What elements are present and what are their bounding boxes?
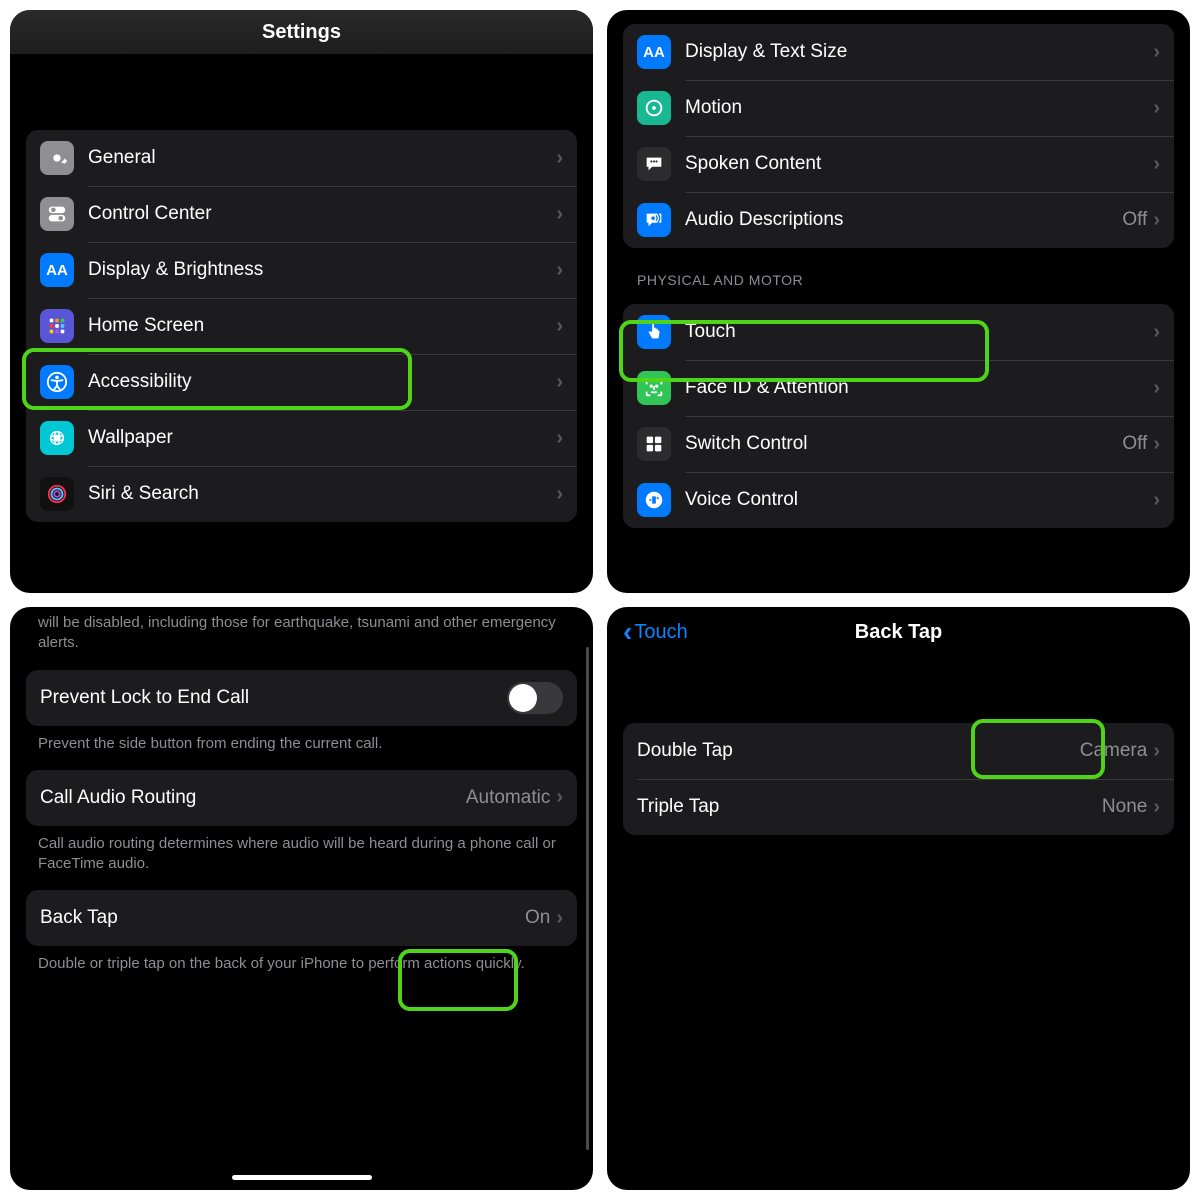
row-label: Double Tap [637,740,1080,762]
settings-row-siri[interactable]: Siri & Search › [26,466,577,522]
accessibility-row-spoken-content[interactable]: ••• Spoken Content › [623,136,1174,192]
accessibility-row-audio-descriptions[interactable]: Audio Descriptions Off › [623,192,1174,248]
accessibility-row-switch-control[interactable]: Switch Control Off › [623,416,1174,472]
chevron-right-icon: › [1153,321,1160,344]
speech-bubble-icon: ••• [637,147,671,181]
accessibility-row-touch[interactable]: Touch › [623,304,1174,360]
chevron-right-icon: › [556,427,563,450]
row-value: Off [1122,209,1147,231]
row-label: Audio Descriptions [685,209,1122,231]
faceid-icon [637,371,671,405]
wallpaper-icon [40,421,74,455]
settings-row-home-screen[interactable]: Home Screen › [26,298,577,354]
back-label: Touch [634,621,687,644]
row-value: Off [1122,433,1147,455]
settings-row-wallpaper[interactable]: Wallpaper › [26,410,577,466]
nav-header: ‹ Touch Back Tap [607,607,1190,657]
row-label: Spoken Content [685,153,1153,175]
row-label: Wallpaper [88,427,556,449]
touch-settings-panel: will be disabled, including those for ea… [10,607,593,1190]
home-screen-icon [40,309,74,343]
page-title: Back Tap [855,621,942,644]
text-size-icon: AA [40,253,74,287]
chevron-right-icon: › [1153,796,1160,819]
chevron-right-icon: › [556,259,563,282]
accessibility-row-faceid[interactable]: Face ID & Attention › [623,360,1174,416]
row-label: Display & Text Size [685,41,1153,63]
back-tap-panel: ‹ Touch Back Tap Double Tap Camera › Tri… [607,607,1190,1190]
row-label: Triple Tap [637,796,1102,818]
chevron-right-icon: › [556,786,563,809]
settings-row-control-center[interactable]: Control Center › [26,186,577,242]
row-label: Motion [685,97,1153,119]
scrollbar[interactable] [586,647,589,1150]
accessibility-row-display-text[interactable]: AA Display & Text Size › [623,24,1174,80]
motion-icon [637,91,671,125]
home-indicator[interactable] [232,1175,372,1180]
switch-control-icon [637,427,671,461]
toggle-switch[interactable] [507,682,563,714]
prevent-lock-footer: Prevent the side button from ending the … [38,734,565,754]
row-label: Switch Control [685,433,1122,455]
row-label: Back Tap [40,907,525,929]
chevron-right-icon: › [1153,377,1160,400]
chevron-right-icon: › [1153,153,1160,176]
settings-row-accessibility[interactable]: Accessibility › [26,354,577,410]
row-value: Camera [1080,740,1148,762]
voice-control-icon [637,483,671,517]
page-title: Settings [10,10,593,54]
touch-icon [637,315,671,349]
chevron-right-icon: › [556,147,563,170]
chevron-left-icon: ‹ [623,618,632,646]
section-header-physical-motor: PHYSICAL AND MOTOR [637,272,1160,288]
row-label: Touch [685,321,1153,343]
accessibility-panel: AA Display & Text Size › Motion › ••• Sp… [607,10,1190,593]
row-label: Call Audio Routing [40,787,466,809]
back-tap-footer: Double or triple tap on the back of your… [38,954,565,974]
settings-panel: Settings General › Control Center › AA D… [10,10,593,593]
siri-icon [40,477,74,511]
svg-text:•••: ••• [650,157,658,166]
row-value: On [525,907,550,929]
row-label: General [88,147,556,169]
toggles-icon [40,197,74,231]
settings-row-display-brightness[interactable]: AA Display & Brightness › [26,242,577,298]
row-label: Prevent Lock to End Call [40,687,507,709]
settings-row-general[interactable]: General › [26,130,577,186]
chevron-right-icon: › [556,907,563,930]
row-value: Automatic [466,787,550,809]
row-value: None [1102,796,1147,818]
row-prevent-lock[interactable]: Prevent Lock to End Call [26,670,577,726]
chevron-right-icon: › [556,203,563,226]
row-label: Display & Brightness [88,259,556,281]
accessibility-row-motion[interactable]: Motion › [623,80,1174,136]
chevron-right-icon: › [1153,41,1160,64]
chevron-right-icon: › [1153,433,1160,456]
accessibility-icon [40,365,74,399]
accessibility-row-voice-control[interactable]: Voice Control › [623,472,1174,528]
row-label: Voice Control [685,489,1153,511]
row-triple-tap[interactable]: Triple Tap None › [623,779,1174,835]
audio-description-icon [637,203,671,237]
call-audio-footer: Call audio routing determines where audi… [38,834,565,875]
row-label: Face ID & Attention [685,377,1153,399]
row-label: Home Screen [88,315,556,337]
chevron-right-icon: › [1153,209,1160,232]
row-double-tap[interactable]: Double Tap Camera › [623,723,1174,779]
row-label: Control Center [88,203,556,225]
chevron-right-icon: › [556,315,563,338]
text-size-icon: AA [637,35,671,69]
gear-icon [40,141,74,175]
chevron-right-icon: › [1153,740,1160,763]
chevron-right-icon: › [1153,97,1160,120]
row-label: Accessibility [88,371,556,393]
chevron-right-icon: › [1153,489,1160,512]
row-back-tap[interactable]: Back Tap On › [26,890,577,946]
row-label: Siri & Search [88,483,556,505]
disabled-alerts-text: will be disabled, including those for ea… [38,613,565,654]
back-button[interactable]: ‹ Touch [623,618,688,646]
chevron-right-icon: › [556,371,563,394]
chevron-right-icon: › [556,483,563,506]
row-call-audio-routing[interactable]: Call Audio Routing Automatic › [26,770,577,826]
